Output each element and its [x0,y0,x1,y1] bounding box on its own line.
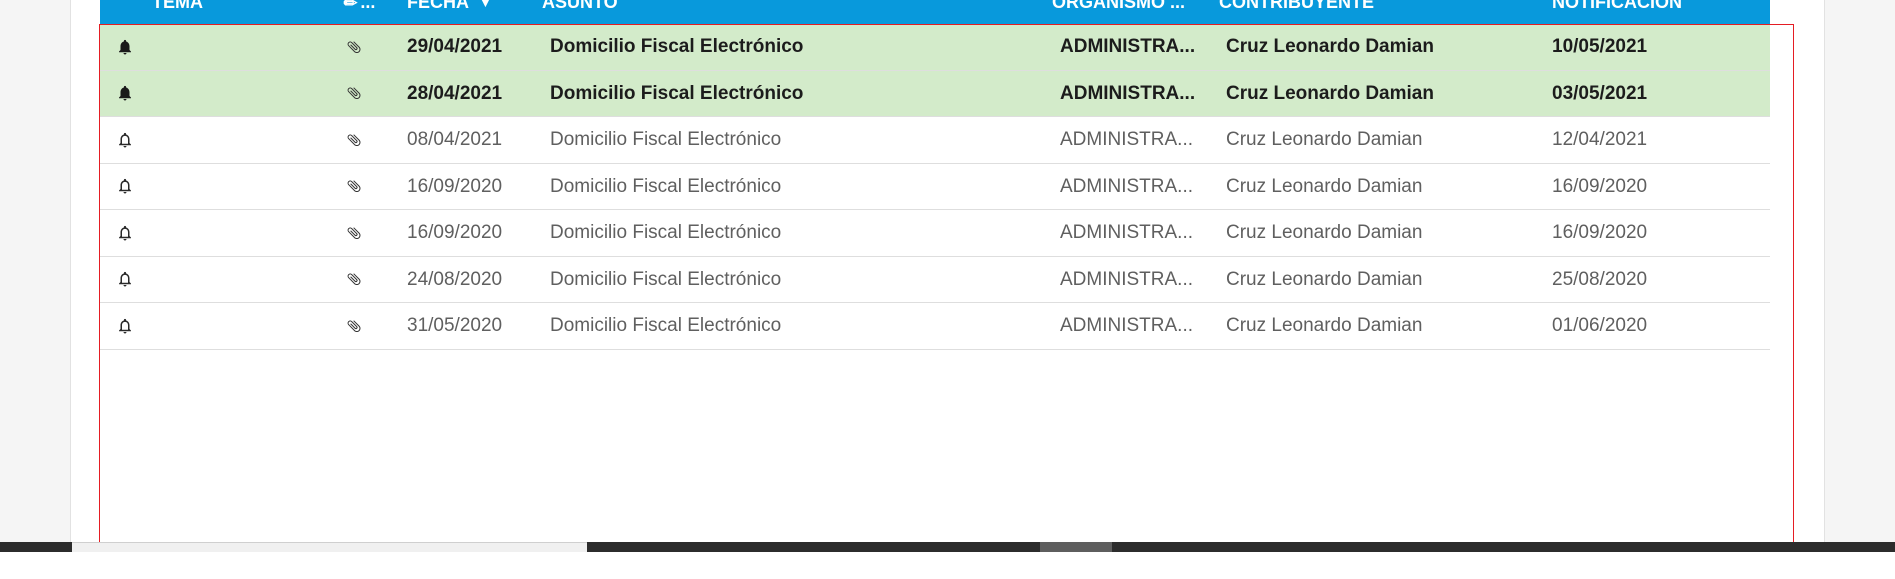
column-header-adjuntos[interactable]: ✎... [341,0,376,14]
column-header-asunto[interactable]: ASUNTO [542,0,618,13]
row-contribuyente: Cruz Leonardo Damian [1226,315,1423,336]
row-organismo: ADMINISTRA... [1060,129,1194,150]
bell-outline-icon [113,164,137,209]
row-fecha: 29/04/2021 [407,36,503,57]
column-header-organismo[interactable]: ORGANISMO ... [1052,0,1185,13]
row-organismo: ADMINISTRA... [1060,315,1194,336]
row-fecha: 16/09/2020 [407,175,503,197]
row-asunto: Domicilio Fiscal Electrónico [550,315,782,336]
paperclip-icon[interactable] [342,71,366,116]
row-asunto: Domicilio Fiscal Electrónico [550,222,782,243]
table-row[interactable]: 08/04/2021 Domicilio Fiscal Electrónico … [100,117,1770,164]
row-contribuyente: Cruz Leonardo Damian [1226,222,1423,243]
column-header-fecha[interactable]: FECHA ▼ [407,0,492,13]
notifications-table-body: 29/04/2021 Domicilio Fiscal Electrónico … [100,24,1770,350]
paperclip-icon[interactable] [342,24,366,69]
row-organismo: ADMINISTRA... [1060,222,1194,243]
row-notificacion: 25/08/2020 [1552,268,1648,290]
paperclip-icon: ✎ [340,0,363,15]
bell-filled-icon [113,24,137,69]
row-contribuyente: Cruz Leonardo Damian [1226,36,1434,57]
row-fecha: 31/05/2020 [407,315,503,336]
row-contribuyente: Cruz Leonardo Damian [1226,268,1423,290]
table-row[interactable]: 31/05/2020 Domicilio Fiscal Electrónico … [100,303,1770,350]
scrollbar-thumb[interactable] [1040,542,1112,552]
row-notificacion: 03/05/2021 [1552,82,1648,104]
row-fecha: 16/09/2020 [407,222,503,243]
column-header-notificacion[interactable]: NOTIFICACIÓN [1552,0,1682,13]
column-header-tema[interactable]: TEMA [152,0,203,13]
paperclip-icon[interactable] [342,210,366,255]
table-row[interactable]: 28/04/2021 Domicilio Fiscal Electrónico … [100,70,1770,117]
paperclip-icon[interactable] [342,164,366,209]
column-header-fecha-label: FECHA [407,0,469,12]
row-contribuyente: Cruz Leonardo Damian [1226,129,1423,150]
row-asunto: Domicilio Fiscal Electrónico [550,175,782,197]
row-asunto: Domicilio Fiscal Electrónico [550,82,804,104]
row-notificacion: 01/06/2020 [1552,315,1648,336]
row-organismo: ADMINISTRA... [1060,175,1194,197]
row-notificacion: 12/04/2021 [1552,129,1648,150]
row-asunto: Domicilio Fiscal Electrónico [550,129,782,150]
row-organismo: ADMINISTRA... [1060,82,1196,104]
row-notificacion: 16/09/2020 [1552,222,1648,243]
row-asunto: Domicilio Fiscal Electrónico [550,268,782,290]
left-page-gutter [0,0,71,548]
row-contribuyente: Cruz Leonardo Damian [1226,175,1423,197]
scrollbar-left-segment [72,542,587,552]
table-row[interactable]: 29/04/2021 Domicilio Fiscal Electrónico … [100,24,1770,71]
row-organismo: ADMINISTRA... [1060,36,1196,57]
row-contribuyente: Cruz Leonardo Damian [1226,82,1434,104]
column-header-contribuyente[interactable]: CONTRIBUYENTE [1219,0,1374,13]
table-row[interactable]: 24/08/2020 Domicilio Fiscal Electrónico … [100,256,1770,303]
paperclip-icon[interactable] [342,117,366,162]
row-asunto: Domicilio Fiscal Electrónico [550,36,804,57]
right-page-gutter [1824,0,1895,548]
row-fecha: 08/04/2021 [407,129,503,150]
paperclip-icon[interactable] [342,303,366,348]
row-fecha: 24/08/2020 [407,268,503,290]
bell-filled-icon [113,71,137,116]
table-row[interactable]: 16/09/2020 Domicilio Fiscal Electrónico … [100,163,1770,210]
bell-outline-icon [113,210,137,255]
bell-outline-icon [113,257,137,302]
paperclip-icon[interactable] [342,257,366,302]
row-organismo: ADMINISTRA... [1060,268,1194,290]
row-notificacion: 16/09/2020 [1552,175,1648,197]
caret-down-icon: ▼ [479,0,492,11]
table-row[interactable]: 16/09/2020 Domicilio Fiscal Electrónico … [100,210,1770,257]
bell-outline-icon [113,303,137,348]
row-fecha: 28/04/2021 [407,82,503,104]
row-notificacion: 10/05/2021 [1552,36,1648,57]
table-header: TEMA ✎... FECHA ▼ ASUNTO ORGANISMO ... CO… [100,0,1770,24]
bell-outline-icon [113,117,137,162]
